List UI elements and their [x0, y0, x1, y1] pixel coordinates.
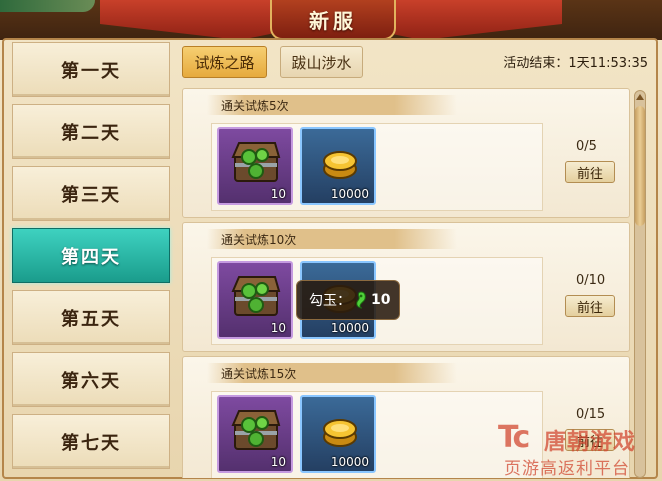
gold-coin-icon — [323, 419, 357, 447]
reward-quantity: 10 — [270, 187, 286, 201]
sidebar-item-label: 第六天 — [61, 370, 121, 392]
reward-slot[interactable]: 10 — [217, 261, 293, 339]
tab-trial-road[interactable]: 试炼之路 — [182, 46, 267, 78]
sidebar-item-label: 第五天 — [61, 308, 121, 330]
title-banner: 新服 — [0, 0, 662, 40]
sidebar-item-day-4[interactable]: 第四天 — [12, 228, 170, 283]
sidebar-item-day-3[interactable]: 第三天 — [12, 166, 170, 221]
go-button[interactable]: 前往 — [565, 161, 615, 183]
sidebar-item-label: 第三天 — [61, 184, 121, 206]
task-card: 通关试炼10次 10 10000 0/10 前往 — [182, 222, 630, 352]
reward-quantity: 10000 — [330, 321, 369, 335]
scroll-up-arrow-icon[interactable] — [634, 90, 646, 104]
tooltip-value: 10 — [371, 292, 391, 308]
task-progress: 0/10 — [576, 273, 606, 288]
sidebar-item-label: 第二天 — [61, 122, 121, 144]
reward-slot[interactable]: 10 — [217, 127, 293, 205]
watermark-slogan: 页游高返利平台 — [504, 459, 630, 479]
event-countdown: 活动结束：1天11:53:35 — [503, 56, 648, 71]
tooltip-label: 勾玉： — [309, 293, 351, 309]
watermark: Tc 唐朝游戏 页游高返利平台 — [498, 418, 658, 480]
scrollbar-thumb[interactable] — [635, 106, 645, 226]
day-sidebar: 第一天 第二天 第三天 第四天 第五天 第六天 第七天 — [8, 42, 172, 478]
leaf-decoration — [0, 0, 95, 12]
item-tooltip: 勾玉： 10 — [296, 280, 400, 320]
task-title: 通关试炼15次 — [207, 363, 457, 383]
task-title: 通关试炼10次 — [207, 229, 457, 249]
sidebar-item-day-7[interactable]: 第七天 — [12, 414, 170, 469]
watermark-name: 唐朝游戏 — [544, 430, 637, 455]
jade-chest-icon — [231, 276, 281, 316]
reward-quantity: 10000 — [330, 187, 369, 201]
sidebar-item-label: 第七天 — [61, 432, 121, 454]
task-title: 通关试炼5次 — [207, 95, 457, 115]
sidebar-item-label: 第四天 — [61, 246, 121, 268]
reward-quantity: 10 — [270, 321, 286, 335]
reward-slot[interactable]: 10000 — [300, 395, 376, 473]
reward-slot[interactable]: 10000 — [300, 127, 376, 205]
sidebar-item-day-2[interactable]: 第二天 — [12, 104, 170, 159]
jade-chest-icon — [231, 142, 281, 182]
event-window: 新服 第一天 第二天 第三天 第四天 第五天 第六天 第七天 试炼之路 跋山涉水… — [0, 0, 662, 481]
sidebar-item-day-5[interactable]: 第五天 — [12, 290, 170, 345]
jade-magatama-icon — [356, 291, 366, 309]
gold-coin-icon — [323, 151, 357, 179]
sidebar-item-day-1[interactable]: 第一天 — [12, 42, 170, 97]
go-button[interactable]: 前往 — [565, 295, 615, 317]
sidebar-item-day-6[interactable]: 第六天 — [12, 352, 170, 407]
reward-slot[interactable]: 10 — [217, 395, 293, 473]
jade-chest-icon — [231, 410, 281, 450]
title-plaque: 新服 — [270, 0, 396, 40]
task-progress: 0/5 — [576, 139, 597, 154]
task-card: 通关试炼5次 10 10000 0/5 前往 — [182, 88, 630, 218]
window-title: 新服 — [309, 8, 357, 33]
sidebar-item-label: 第一天 — [61, 60, 121, 82]
tab-mountain-trek[interactable]: 跋山涉水 — [280, 46, 363, 78]
reward-quantity: 10 — [270, 455, 286, 469]
watermark-logo: Tc — [498, 420, 530, 455]
reward-quantity: 10000 — [330, 455, 369, 469]
